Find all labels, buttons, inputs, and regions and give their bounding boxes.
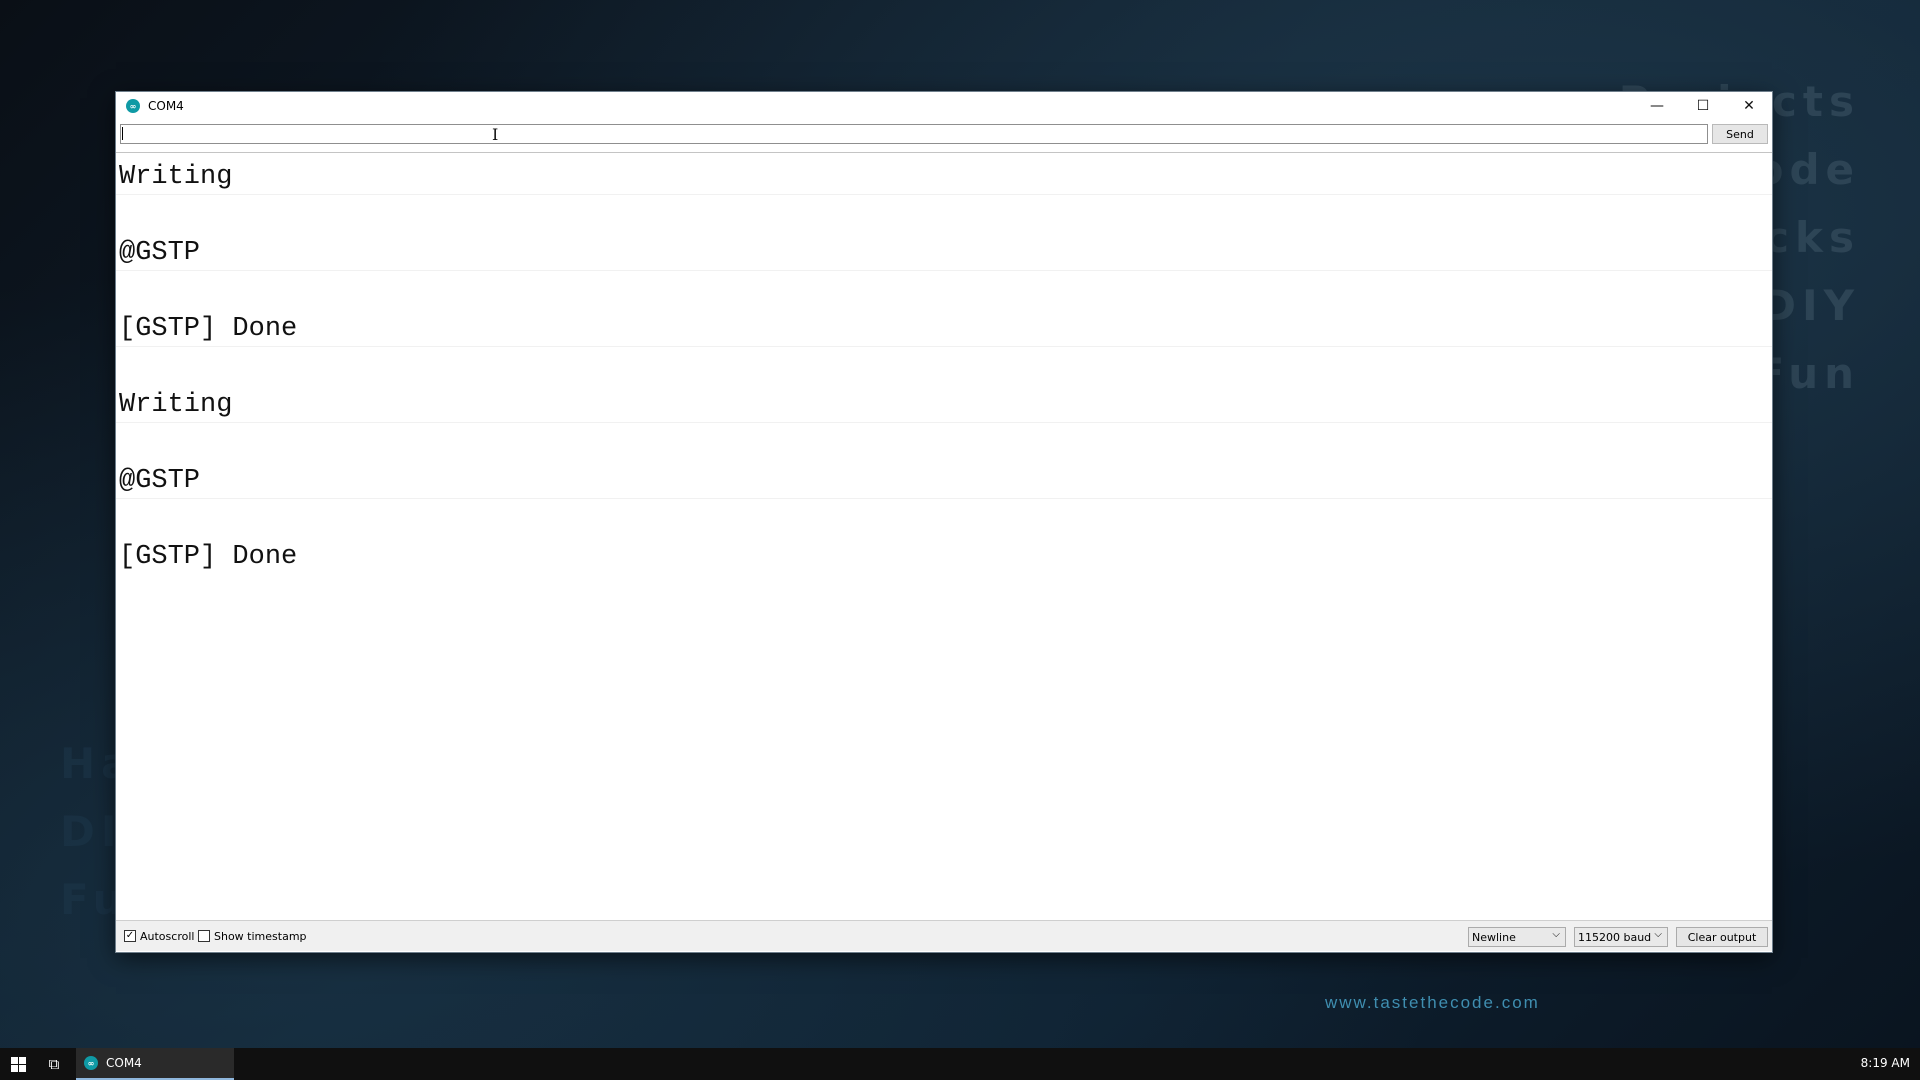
autoscroll-checkbox[interactable]: ✓ (124, 930, 136, 942)
maximize-button[interactable]: ☐ (1680, 92, 1726, 120)
divider (116, 194, 1772, 195)
divider (116, 498, 1772, 499)
ibeam-cursor-icon: I (492, 125, 499, 144)
window-controls: — ☐ ✕ (1634, 92, 1772, 120)
taskbar-app-label: COM4 (106, 1056, 142, 1070)
arduino-icon: ∞ (84, 1056, 98, 1070)
system-clock[interactable]: 8:19 AM (1861, 1056, 1910, 1070)
baud-rate-value: 115200 baud (1578, 930, 1652, 944)
output-line: Writing (119, 162, 233, 192)
timestamp-checkbox[interactable] (198, 930, 210, 942)
divider (116, 270, 1772, 271)
send-button[interactable]: Send (1712, 124, 1768, 144)
chevron-down-icon: ⌵ (1654, 929, 1662, 940)
taskbar-app-com4[interactable]: ∞ COM4 (76, 1048, 234, 1080)
start-button[interactable] (0, 1048, 36, 1080)
serial-output[interactable]: Writing @GSTP [GSTP] Done Writing @GSTP … (116, 154, 1772, 914)
line-ending-value: Newline (1472, 930, 1516, 944)
wallpaper-url: www.tastethecode.com (1325, 993, 1540, 1012)
status-bar: ✓ Autoscroll Show timestamp Newline ⌵ 11… (116, 920, 1772, 951)
arduino-icon: ∞ (126, 99, 140, 113)
text-caret (122, 127, 123, 140)
task-view-icon[interactable]: ⧉ (36, 1048, 72, 1080)
taskbar: ⧉ ∞ COM4 8:19 AM (0, 1048, 1920, 1080)
output-line: @GSTP (119, 238, 201, 268)
serial-monitor-window: ∞ COM4 — ☐ ✕ I Send Writing @GSTP [GSTP]… (116, 92, 1772, 952)
send-row: I Send (116, 122, 1772, 148)
title-bar[interactable]: ∞ COM4 — ☐ ✕ (116, 92, 1772, 120)
close-button[interactable]: ✕ (1726, 92, 1772, 120)
clear-output-button[interactable]: Clear output (1676, 927, 1768, 947)
minimize-button[interactable]: — (1634, 92, 1680, 120)
timestamp-label: Show timestamp (214, 930, 307, 943)
autoscroll-label: Autoscroll (140, 930, 195, 943)
divider (116, 152, 1772, 153)
line-ending-select[interactable]: Newline ⌵ (1468, 927, 1566, 947)
divider (116, 346, 1772, 347)
output-line: @GSTP (119, 466, 201, 496)
window-title: COM4 (148, 99, 184, 113)
divider (116, 422, 1772, 423)
output-line: [GSTP] Done (119, 542, 298, 572)
baud-rate-select[interactable]: 115200 baud ⌵ (1574, 927, 1668, 947)
output-line: Writing (119, 390, 233, 420)
windows-logo-icon (10, 1056, 26, 1072)
send-input[interactable] (120, 124, 1708, 144)
chevron-down-icon: ⌵ (1552, 929, 1560, 940)
output-line: [GSTP] Done (119, 314, 298, 344)
